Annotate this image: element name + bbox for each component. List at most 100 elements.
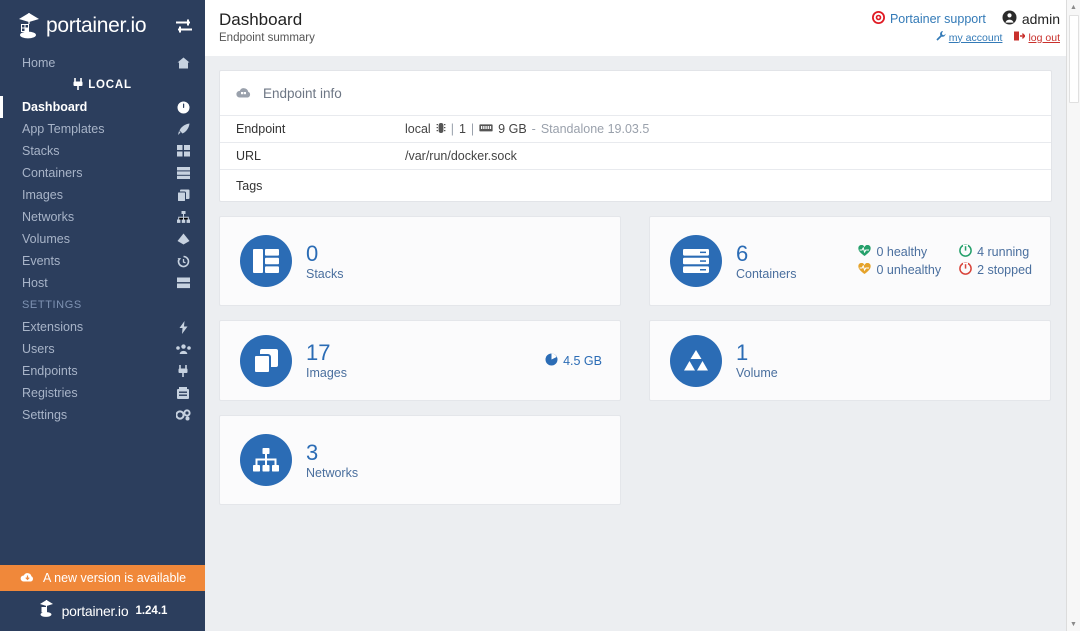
- sidebar-item-label: Registries: [22, 386, 78, 400]
- containers-card[interactable]: 6 Containers 0 healthy 4 running 0 unhea…: [649, 216, 1051, 306]
- containers-label: Containers: [736, 266, 797, 281]
- sidebar-item-events[interactable]: Events: [0, 250, 205, 272]
- images-layers-icon: [240, 334, 292, 387]
- cpu-icon: [436, 122, 446, 137]
- endpoint-cpu-count: 1: [458, 122, 466, 136]
- home-icon: [175, 57, 191, 69]
- user-name: admin: [1021, 11, 1060, 27]
- power-icon: [959, 262, 972, 278]
- endpoint-info-heading: Endpoint info: [263, 85, 342, 101]
- sidebar-footer: portainer.io 1.24.1: [0, 591, 205, 631]
- gear-icon: [175, 409, 191, 421]
- tags-row-key: Tags: [236, 178, 263, 193]
- status-healthy-label: 0 healthy: [876, 245, 928, 259]
- sidebar-item-users[interactable]: Users: [0, 338, 205, 360]
- stacks-grid-icon: [175, 145, 191, 157]
- volumes-icon: [670, 334, 722, 387]
- sliders-toggle-icon[interactable]: [175, 19, 193, 33]
- heartbeat-icon: [858, 244, 872, 260]
- page-subtitle: Endpoint summary: [219, 32, 315, 44]
- history-clock-icon: [175, 255, 191, 268]
- server-icon: [175, 277, 191, 289]
- topbar-right: Portainer support admin my account log o…: [871, 10, 1060, 44]
- page-scrollbar[interactable]: ▲ ▼: [1066, 0, 1080, 631]
- containers-card-body: 6 Containers: [736, 240, 797, 281]
- page-title: Dashboard: [219, 10, 303, 29]
- main-area: Dashboard Endpoint summary Portainer sup…: [205, 0, 1080, 631]
- lifebuoy-icon: [871, 11, 885, 27]
- status-running: 4 running: [959, 244, 1032, 260]
- volume-label: Volume: [736, 366, 778, 380]
- scrollbar-thumb[interactable]: [1068, 15, 1079, 103]
- sidebar-item-volumes[interactable]: Volumes: [0, 228, 205, 250]
- update-available-banner[interactable]: A new version is available: [0, 565, 205, 591]
- logout-link[interactable]: log out: [1014, 31, 1060, 44]
- endpoint-sep-2: |: [470, 122, 475, 136]
- containers-status-block: 0 healthy 4 running 0 unhealthy 2 stoppe…: [858, 244, 1032, 278]
- sidebar-item-endpoints[interactable]: Endpoints: [0, 360, 205, 382]
- portainer-whale-logo: [38, 599, 55, 623]
- volumes-icon: [175, 233, 191, 245]
- sidebar-item-stacks[interactable]: Stacks: [0, 140, 205, 162]
- status-running-label: 4 running: [977, 245, 1030, 259]
- topbar-primary-row: Portainer support admin: [871, 10, 1060, 28]
- endpoint-info-header: Endpoint info: [220, 71, 1051, 115]
- sidebar-item-home[interactable]: Home: [0, 52, 205, 74]
- sidebar-local-endpoint[interactable]: LOCAL: [0, 74, 205, 96]
- containers-count: 6: [736, 240, 749, 266]
- sidebar-item-label: Stacks: [22, 144, 60, 158]
- sidebar-item-label: App Templates: [22, 122, 105, 136]
- support-label: Portainer support: [889, 12, 986, 26]
- sidebar-item-dashboard[interactable]: Dashboard: [0, 96, 205, 118]
- networks-card-body: 3 Networks: [306, 440, 359, 480]
- sidebar-item-settings[interactable]: Settings: [0, 404, 205, 426]
- scroll-down-arrow[interactable]: ▼: [1067, 617, 1080, 631]
- sidebar-brand[interactable]: portainer.io: [0, 0, 205, 52]
- scroll-up-arrow[interactable]: ▲: [1067, 0, 1080, 14]
- user-menu[interactable]: admin: [1002, 10, 1060, 28]
- stacks-card-body: 0 Stacks: [306, 240, 344, 281]
- sidebar-item-containers[interactable]: Containers: [0, 162, 205, 184]
- networks-label: Networks: [306, 465, 359, 480]
- sidebar-item-app-templates[interactable]: App Templates: [0, 118, 205, 140]
- users-icon: [175, 343, 191, 355]
- images-count: 17: [306, 340, 331, 365]
- footer-brand-name: portainer.io: [61, 603, 129, 619]
- sidebar-item-label: Endpoints: [22, 364, 78, 378]
- stacks-count: 0: [306, 240, 319, 266]
- sidebar-item-label: Networks: [22, 210, 75, 224]
- tachometer-icon: [175, 101, 191, 114]
- sidebar-item-host[interactable]: Host: [0, 272, 205, 294]
- logout-label: log out: [1028, 31, 1060, 44]
- sidebar-item-label: Images: [22, 188, 63, 202]
- sidebar-item-images[interactable]: Images: [0, 184, 205, 206]
- plug-icon: [73, 77, 83, 93]
- network-sitemap-icon: [175, 211, 191, 223]
- images-card-body: 17 Images: [306, 340, 347, 381]
- volume-card-body: 1 Volume: [736, 341, 778, 381]
- pie-chart-icon: [545, 353, 558, 369]
- footer-version: 1.24.1: [135, 605, 168, 617]
- volume-card[interactable]: 1 Volume: [649, 320, 1051, 401]
- sidebar-item-label: Settings: [22, 408, 68, 422]
- sidebar-item-networks[interactable]: Networks: [0, 206, 205, 228]
- sidebar-item-label: Containers: [22, 166, 83, 180]
- stat-card-grid: 0 Stacks 6 Containers 0 healthy 4 runnin…: [219, 216, 1052, 505]
- sidebar-item-label: Home: [22, 56, 56, 70]
- stacks-card[interactable]: 0 Stacks: [219, 216, 621, 306]
- images-card[interactable]: 17 Images 4.5 GB: [219, 320, 621, 401]
- endpoint-engine: Standalone 19.03.5: [540, 122, 650, 136]
- sidebar-item-registries[interactable]: Registries: [0, 382, 205, 404]
- url-row-value: /var/run/docker.sock: [405, 149, 517, 163]
- page-heading-block: Dashboard Endpoint summary: [219, 10, 315, 44]
- sign-out-icon: [1014, 31, 1027, 44]
- url-row: URL /var/run/docker.sock: [220, 142, 1051, 169]
- portainer-support-link[interactable]: Portainer support: [871, 11, 986, 27]
- network-sitemap-icon: [240, 434, 292, 486]
- networks-card[interactable]: 3 Networks: [219, 415, 621, 505]
- bolt-icon: [175, 320, 191, 334]
- sidebar-item-extensions[interactable]: Extensions: [0, 316, 205, 338]
- my-account-link[interactable]: my account: [936, 31, 1002, 44]
- endpoint-name: local: [405, 122, 431, 136]
